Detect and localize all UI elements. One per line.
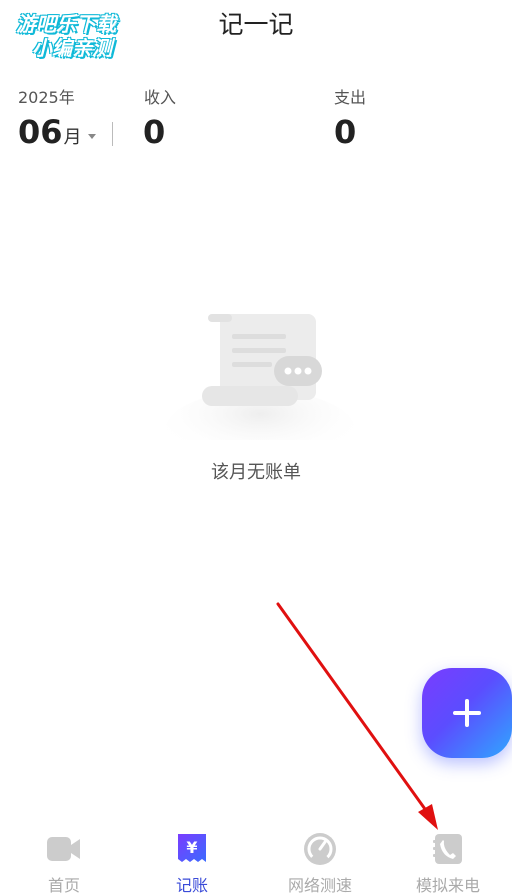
expense-label: 支出 bbox=[334, 88, 367, 107]
summary-divider bbox=[112, 122, 113, 146]
yuan-receipt-icon: ¥ bbox=[174, 832, 210, 866]
tab-network-speed[interactable]: 网络测速 bbox=[256, 822, 384, 896]
income-value: 0 bbox=[143, 113, 166, 151]
video-camera-icon bbox=[46, 832, 82, 866]
monthly-summary: 2025年 收入 支出 06 月 0 0 bbox=[18, 84, 498, 156]
page-title: 记一记 bbox=[218, 10, 294, 39]
year-label: 2025年 bbox=[18, 88, 75, 107]
tab-label-network-speed: 网络测速 bbox=[287, 876, 352, 895]
tab-home[interactable]: 首页 bbox=[0, 822, 128, 896]
empty-state-text: 该月无账单 bbox=[211, 462, 301, 483]
phone-book-icon bbox=[430, 832, 466, 866]
tab-bookkeeping[interactable]: ¥ 记账 bbox=[128, 822, 256, 896]
income-label: 收入 bbox=[144, 88, 177, 107]
plus-icon bbox=[453, 699, 481, 727]
bottom-tab-bar: 首页 ¥ 记账 网络测速 模拟来电 bbox=[0, 822, 512, 896]
add-record-button[interactable] bbox=[422, 668, 512, 758]
empty-bill-illustration-icon bbox=[165, 314, 355, 440]
month-picker[interactable]: 06 月 bbox=[18, 112, 96, 152]
tab-fake-call[interactable]: 模拟来电 bbox=[384, 822, 512, 896]
month-number: 06 bbox=[18, 113, 63, 151]
tab-label-bookkeeping: 记账 bbox=[175, 876, 208, 895]
svg-text:¥: ¥ bbox=[186, 838, 197, 857]
caret-down-icon bbox=[87, 134, 96, 139]
tab-label-fake-call: 模拟来电 bbox=[415, 876, 480, 895]
expense-value: 0 bbox=[334, 113, 357, 151]
tab-label-home: 首页 bbox=[47, 876, 80, 895]
speedometer-icon bbox=[302, 832, 338, 866]
month-unit: 月 bbox=[63, 127, 82, 148]
